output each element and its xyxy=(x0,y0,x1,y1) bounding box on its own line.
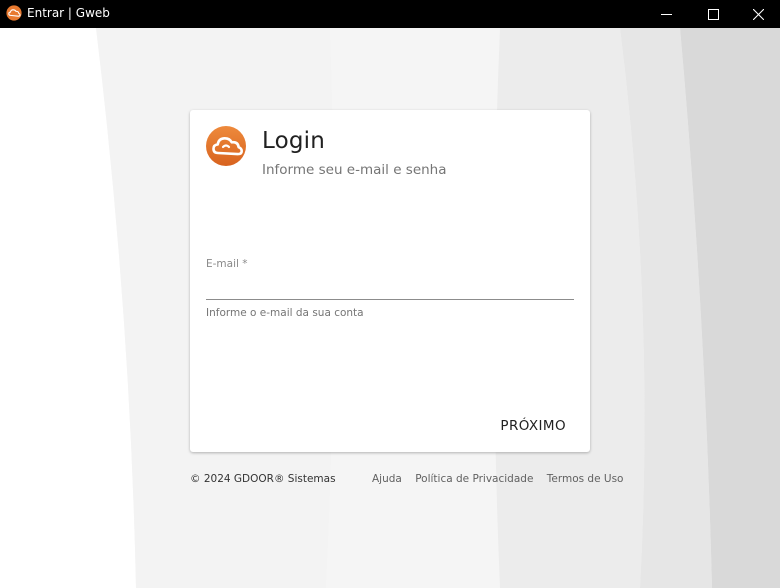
title-bar: Entrar | Gweb xyxy=(0,0,780,28)
minimize-icon xyxy=(660,13,672,15)
close-button[interactable] xyxy=(735,0,780,28)
close-icon xyxy=(752,8,764,20)
help-link[interactable]: Ajuda xyxy=(372,473,402,485)
terms-of-use-link[interactable]: Termos de Uso xyxy=(547,473,624,485)
privacy-policy-link[interactable]: Política de Privacidade xyxy=(415,473,533,485)
login-card: Login Informe seu e-mail e senha E-mail … xyxy=(190,110,590,452)
maximize-icon xyxy=(707,8,719,20)
email-label: E-mail * xyxy=(206,258,248,270)
next-button[interactable]: PRÓXIMO xyxy=(492,412,574,440)
window-title: Entrar | Gweb xyxy=(27,6,110,20)
footer-links: Ajuda Política de Privacidade Termos de … xyxy=(372,473,623,485)
page-subtitle: Informe seu e-mail e senha xyxy=(262,162,447,178)
page-title: Login xyxy=(262,128,326,154)
copyright-text: © 2024 GDOOR® Sistemas xyxy=(190,473,336,485)
email-field[interactable] xyxy=(206,276,574,300)
maximize-button[interactable] xyxy=(690,0,736,28)
gweb-logo-icon xyxy=(6,5,22,21)
minimize-button[interactable] xyxy=(643,0,689,28)
gweb-logo-icon xyxy=(206,126,246,166)
email-hint: Informe o e-mail da sua conta xyxy=(206,307,364,319)
